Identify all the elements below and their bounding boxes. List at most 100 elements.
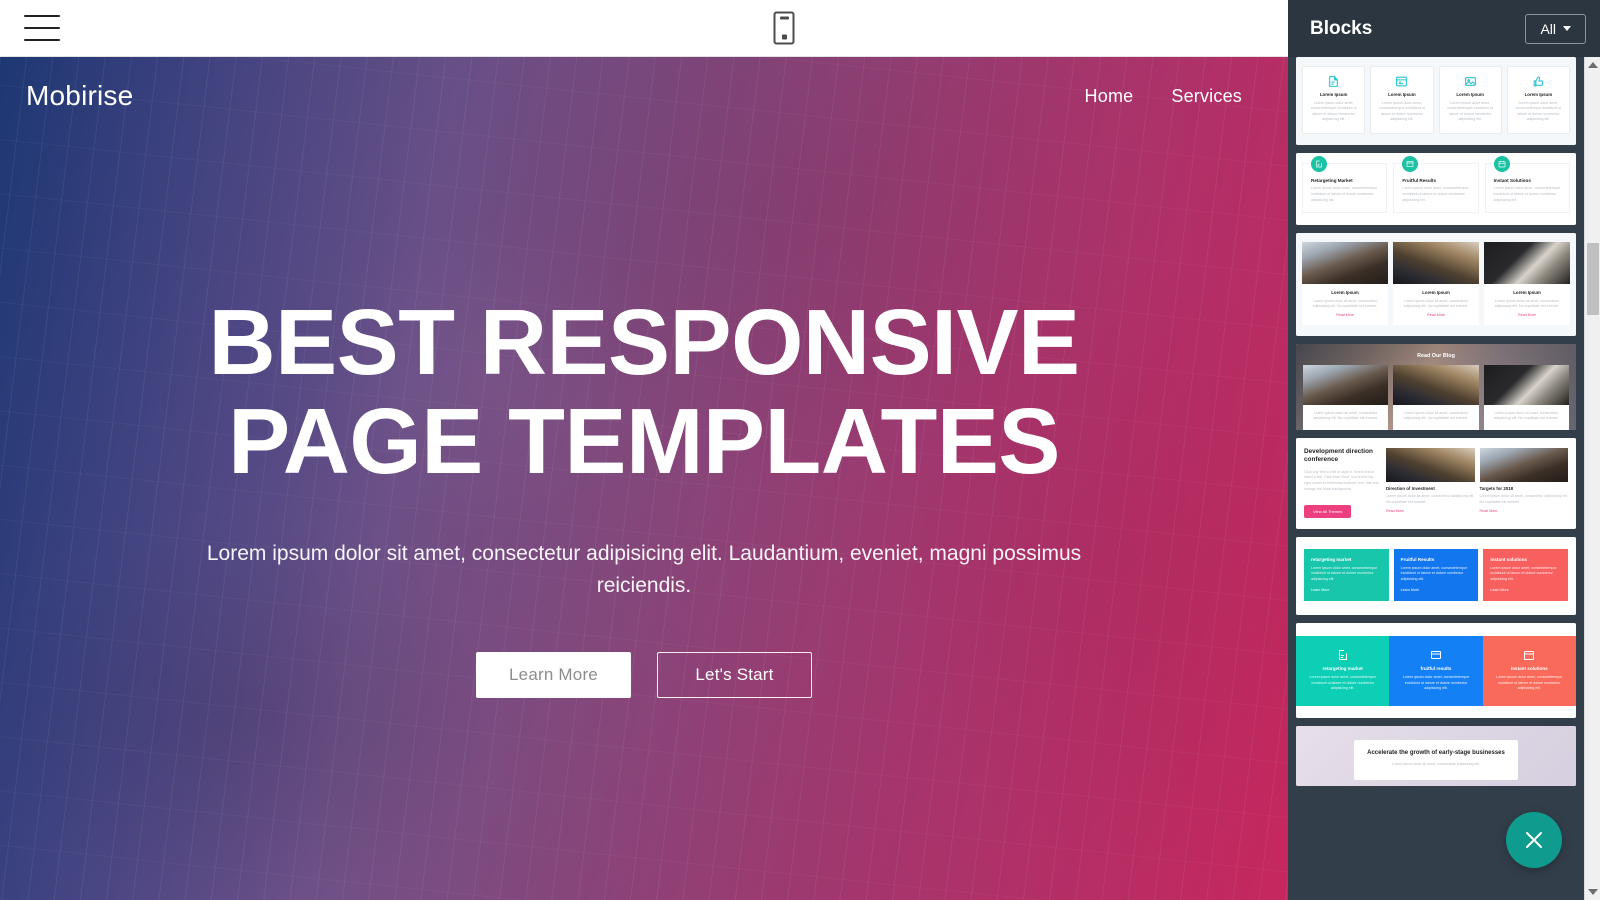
nav-menu: Home Services (1085, 86, 1242, 107)
lets-start-button[interactable]: Let's Start (657, 651, 812, 698)
brand-logo[interactable]: Mobirise (26, 80, 133, 112)
mini-card-text: Lorem ipsum dolor amet, consectetempor i… (1402, 186, 1469, 202)
learn-more-link: Learn More (1400, 587, 1420, 592)
browser-icon (1430, 648, 1442, 665)
learn-more-button[interactable]: Learn More (476, 651, 631, 698)
mini-card-title: Fruitful Results (1400, 556, 1435, 562)
blocks-scroll-area[interactable]: Lorem Ipsum Lorem ipsum dolor amet, cons… (1288, 57, 1584, 900)
mini-card-title: Lorem Ipsum (1524, 92, 1553, 97)
mini-card: Fruitful Results Lorem ipsum dolor amet,… (1393, 155, 1479, 214)
blocks-filter-label: All (1540, 20, 1556, 37)
mini-card-text: Lorem ipsum dolor sit amet, consectetur … (1403, 298, 1469, 309)
mini-card: Retargeting Market Lorem ipsum dolor ame… (1302, 155, 1388, 214)
hamburger-icon[interactable] (24, 15, 60, 41)
hero-title[interactable]: BEST RESPONSIVE PAGE TEMPLATES (134, 293, 1154, 490)
mini-card: fruitful results Lorem ipsum dolor amet,… (1389, 635, 1483, 707)
mini-card-text: Lorem ipsum dolor sit amet, consectetur … (1312, 298, 1378, 309)
hero-content: BEST RESPONSIVE PAGE TEMPLATES Lorem ips… (0, 293, 1288, 698)
page-preview-area: Mobirise Home Services BEST RESPONSIVE P… (0, 0, 1288, 900)
view-all-themes-button: View All Themes (1304, 504, 1352, 518)
chevron-down-icon (1563, 26, 1571, 31)
nav-item-home[interactable]: Home (1085, 86, 1134, 107)
mini-card-title: Lorem Ipsum (1456, 92, 1484, 97)
mini-card-text: Lorem ipsum dolor amet, consectetempor i… (1447, 100, 1493, 122)
mini-card-text: Lorem ipsum dolor sit amet, consectetur … (1313, 410, 1379, 421)
mini-card-text: Lorem ipsum dolor amet, consectetempor i… (1515, 100, 1562, 122)
card-thumbnail-image (1302, 242, 1388, 285)
mini-card-title: retargeting market (1311, 556, 1352, 562)
mini-card: Instant Solutions Lorem ipsum dolor amet… (1484, 155, 1570, 214)
mini-card-text: Lorem ipsum dolor amet, consectetempor i… (1402, 674, 1470, 691)
image-icon (1464, 75, 1477, 88)
hero-button-group: Learn More Let's Start (60, 651, 1228, 698)
mini-preview: Development direction conference Click a… (1296, 437, 1576, 529)
editor-toolbar (0, 0, 1288, 57)
hamburger-bar (24, 39, 60, 41)
read-more-link: Read More (1336, 312, 1354, 317)
triangle-down-icon[interactable] (1585, 884, 1600, 900)
phone-glyph (773, 11, 795, 45)
blocks-list: Lorem Ipsum Lorem ipsum dolor amet, cons… (1296, 57, 1576, 787)
card-thumbnail-image (1303, 364, 1389, 405)
mini-row: retargeting market Lorem ipsum dolor ame… (1304, 548, 1569, 601)
article-intro: Development direction conference Click a… (1304, 448, 1380, 518)
mobile-phone-icon[interactable] (773, 11, 795, 45)
learn-more-link: Learn More (1311, 587, 1330, 592)
mini-preview: Lorem Ipsum Lorem ipsum dolor sit amet, … (1296, 233, 1576, 336)
calendar-icon (1493, 155, 1510, 172)
nav-item-services[interactable]: Services (1171, 86, 1242, 107)
learn-more-link: Learn More (1490, 587, 1509, 592)
browser-icon (1402, 155, 1419, 172)
block-thumb-colored-cards-3col[interactable]: retargeting market Lorem ipsum dolor ame… (1296, 536, 1576, 615)
hero-subtitle[interactable]: Lorem ipsum dolor sit amet, consectetur … (194, 538, 1094, 602)
mini-row: Lorem Ipsum Lorem ipsum dolor sit amet, … (1302, 242, 1570, 325)
calendar-icon (1523, 648, 1535, 665)
mini-preview: retargeting market Lorem ipsum dolor ame… (1296, 536, 1576, 615)
block-thumb-features-4col-icons[interactable]: Lorem Ipsum Lorem ipsum dolor amet, cons… (1296, 57, 1576, 145)
mini-preview: Accelerate the growth of early-stage bus… (1296, 726, 1576, 787)
mini-card-text: Lorem ipsum dolor sit amet, consectetur … (1493, 410, 1559, 421)
cta-heading: Accelerate the growth of early-stage bus… (1367, 750, 1505, 757)
mini-card: Lorem Ipsum Lorem ipsum dolor amet, cons… (1370, 66, 1434, 134)
read-more-link: Read More (1518, 312, 1536, 317)
read-more-link: Read More (1479, 508, 1498, 513)
browser-icon (1395, 75, 1408, 88)
mini-card: Lorem Ipsum Lorem ipsum dolor sit amet, … (1393, 242, 1479, 325)
block-thumb-blog-3col-cards[interactable]: Lorem Ipsum Lorem ipsum dolor sit amet, … (1296, 233, 1576, 336)
blocks-filter-dropdown[interactable]: All (1525, 13, 1586, 44)
mini-card: Lorem ipsum dolor sit amet, consectetur … (1393, 364, 1479, 430)
close-icon[interactable] (1506, 812, 1562, 868)
mobirise-editor-window: Mobirise Home Services BEST RESPONSIVE P… (0, 0, 1600, 900)
article-text: Click any text to edit or style it. Sele… (1304, 469, 1379, 491)
block-thumb-features-3col-badge[interactable]: Retargeting Market Lorem ipsum dolor ame… (1296, 152, 1576, 226)
mini-card: Lorem Ipsum Lorem ipsum dolor sit amet, … (1302, 242, 1388, 325)
cta-panel: Accelerate the growth of early-stage bus… (1354, 740, 1518, 780)
mini-card-text: Lorem ipsum dolor amet, consectetempor i… (1493, 186, 1560, 202)
mini-preview: Retargeting Market Lorem ipsum dolor ame… (1296, 152, 1576, 226)
blocks-panel: Blocks All Lorem Ipsum Lorem ipsum dolor… (1288, 0, 1600, 900)
mini-card: instant solutions Lorem ipsum dolor amet… (1482, 635, 1576, 707)
block-thumb-cta-growth[interactable]: Accelerate the growth of early-stage bus… (1296, 726, 1576, 787)
blocks-panel-body: Lorem Ipsum Lorem ipsum dolor amet, cons… (1288, 57, 1600, 900)
mini-card-title: instant solutions (1510, 665, 1548, 671)
card-thumbnail-image (1393, 242, 1479, 285)
mini-card-title: fruitful results (1420, 665, 1452, 671)
block-thumb-blog-header-3col[interactable]: Read Our Blog Lorem ipsum dolor sit amet… (1296, 343, 1576, 430)
mini-card-text: Lorem ipsum dolor sit amet, consectetur … (1479, 494, 1568, 504)
mini-row: Lorem ipsum dolor sit amet, consectetur … (1303, 364, 1569, 430)
triangle-up-icon[interactable] (1585, 57, 1600, 73)
scrollbar-thumb[interactable] (1587, 243, 1599, 315)
mini-card-title: Lorem Ipsum (1331, 290, 1359, 296)
mini-card-title: Fruitful Results (1402, 177, 1437, 183)
mini-card-title: Retargeting Market (1311, 177, 1353, 183)
mini-card: Lorem Ipsum Lorem ipsum dolor amet, cons… (1506, 66, 1570, 134)
thumbs-up-icon (1532, 75, 1545, 88)
block-thumb-colored-panels-3col[interactable]: retargeting market Lorem ipsum dolor ame… (1296, 622, 1576, 719)
mini-preview: retargeting market Lorem ipsum dolor ame… (1296, 622, 1576, 719)
block-thumb-article-split[interactable]: Development direction conference Click a… (1296, 437, 1576, 529)
mini-card: retargeting market Lorem ipsum dolor ame… (1296, 635, 1390, 707)
card-thumbnail-image (1393, 364, 1479, 405)
blocks-scrollbar[interactable] (1584, 57, 1600, 900)
hero-block[interactable]: Mobirise Home Services BEST RESPONSIVE P… (0, 57, 1288, 900)
card-thumbnail-image (1479, 447, 1568, 482)
